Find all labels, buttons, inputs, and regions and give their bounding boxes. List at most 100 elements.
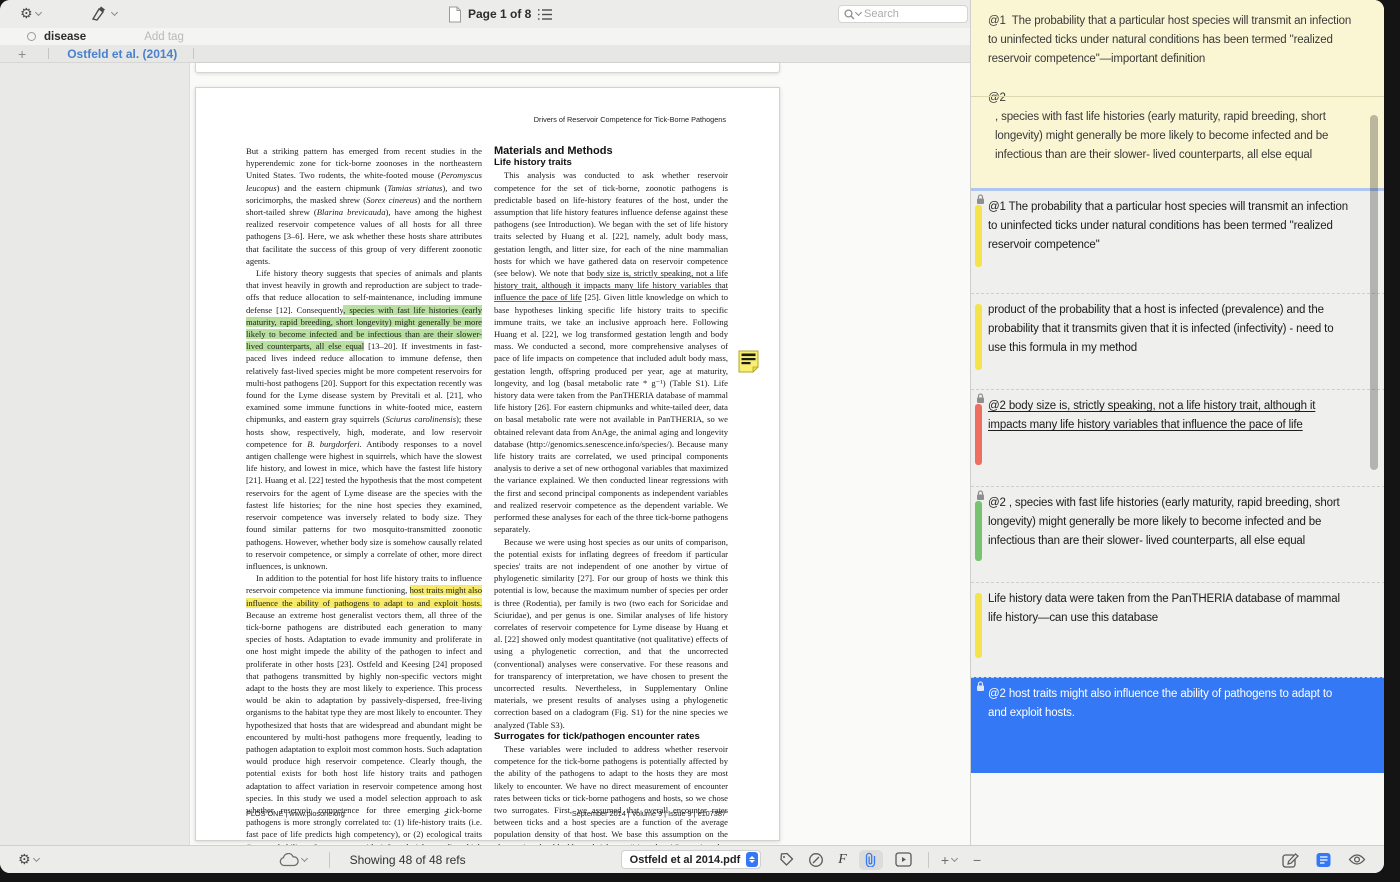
annotations-panel: @1The probability that a particular host… xyxy=(970,0,1384,845)
paragraph: In addition to the potential for host li… xyxy=(246,572,482,865)
note-editor[interactable]: @1The probability that a particular host… xyxy=(971,0,1384,188)
font-icon: F xyxy=(838,852,847,868)
seg-i: Blarina brevicauda xyxy=(317,207,386,217)
page-footer: PLOS ONE | www.plosone.org 2 September 2… xyxy=(246,809,726,818)
tag-bar: disease Add tag xyxy=(0,28,970,45)
preview-button[interactable] xyxy=(1348,853,1366,866)
search-input[interactable] xyxy=(864,8,954,20)
search-field[interactable] xyxy=(838,5,968,23)
highlight-color-bar xyxy=(975,205,982,267)
annotation-item[interactable]: @1 The probability that a particular hos… xyxy=(971,191,1384,293)
highlight-color-bar xyxy=(975,593,982,658)
annotation-text: Life history data were taken from the Pa… xyxy=(971,583,1384,628)
chevron-down-icon xyxy=(33,854,40,861)
plus-icon: + xyxy=(941,852,949,868)
footer-page-number: 2 xyxy=(379,809,512,818)
paragraph: But a striking pattern has emerged from … xyxy=(246,145,482,267)
attachment-button-active[interactable] xyxy=(859,850,883,870)
page-icon xyxy=(448,6,462,23)
note-text: , species with fast life histories (earl… xyxy=(988,108,1355,165)
outline-icon[interactable] xyxy=(537,8,553,21)
tag-color-icon[interactable] xyxy=(27,32,36,41)
annotation-text: @2 body size is, strictly speaking, not … xyxy=(971,390,1384,435)
file-name: Ostfeld et al 2014.pdf xyxy=(630,854,741,866)
compose-button[interactable] xyxy=(1282,852,1299,868)
paragraph: This analysis was conducted to ask wheth… xyxy=(494,169,728,535)
notes-panel-icon xyxy=(1315,852,1332,868)
text-run: This analysis was conducted to ask wheth… xyxy=(494,170,728,278)
chevron-down-icon xyxy=(855,9,862,16)
previous-page-edge xyxy=(195,63,780,73)
seg-i: Sciurus carolinensis xyxy=(386,414,457,424)
tab-separator xyxy=(193,48,194,59)
seg-i: Sorex cinereus xyxy=(366,195,417,205)
font-style-button[interactable]: F xyxy=(838,852,847,868)
annotation-text: product of the probability that a host i… xyxy=(971,294,1384,358)
annotation-item[interactable]: Life history data were taken from the Pa… xyxy=(971,582,1384,677)
up-arrow-icon xyxy=(749,856,755,859)
gear-icon: ⚙ xyxy=(18,853,31,867)
paragraph: Because we were using host species as ou… xyxy=(494,536,728,731)
running-header: Drivers of Reservoir Competence for Tick… xyxy=(534,115,726,124)
play-box-icon xyxy=(895,852,912,867)
text-run: [25]. Given little knowledge on which to… xyxy=(494,292,728,534)
tab-bar: + Ostfeld et al. (2014) xyxy=(0,45,970,63)
chevron-down-icon xyxy=(951,854,958,861)
annotation-text: @2 , species with fast life histories (e… xyxy=(971,487,1384,551)
annotation-item[interactable]: @2 body size is, strictly speaking, not … xyxy=(971,389,1384,486)
note-annotation-icon[interactable] xyxy=(738,350,759,373)
footer-journal: PLOS ONE | www.plosone.org xyxy=(246,809,379,818)
present-button[interactable] xyxy=(895,852,912,867)
add-tag-field[interactable]: Add tag xyxy=(144,31,184,43)
seg-i: B. burgdorferi xyxy=(307,439,359,449)
lock-icon xyxy=(976,393,985,404)
editor-note-2[interactable]: @2, species with fast life histories (ea… xyxy=(971,79,1384,175)
text-run: [13–20]. If investments in fast-paced li… xyxy=(246,341,482,424)
toolbar-separator xyxy=(329,852,330,868)
paragraph: Life history theory suggests that specie… xyxy=(246,267,482,572)
top-toolbar: ⚙ Page 1 of 8 xyxy=(0,0,970,28)
annotation-list: @1 The probability that a particular hos… xyxy=(971,191,1384,773)
file-selector[interactable]: Ostfeld et al 2014.pdf xyxy=(621,850,762,869)
highlight-color-bar xyxy=(975,501,982,561)
chevron-down-icon xyxy=(301,854,308,861)
settings-button[interactable]: ⚙ xyxy=(20,7,41,21)
library-gutter xyxy=(0,63,190,845)
remove-ref-button[interactable]: − xyxy=(973,852,981,868)
annotation-text: @2 host traits might also influence the … xyxy=(971,678,1384,723)
annotation-item[interactable]: product of the probability that a host i… xyxy=(971,293,1384,389)
annotation-item[interactable]: @2 , species with fast life histories (e… xyxy=(971,486,1384,582)
tag-tool-button[interactable] xyxy=(779,852,794,867)
library-settings-button[interactable]: ⚙ xyxy=(18,853,39,867)
sync-button[interactable] xyxy=(279,853,307,867)
highlighter-button[interactable] xyxy=(89,5,117,23)
highlight-mode-button[interactable] xyxy=(808,852,824,868)
paperclip-icon xyxy=(864,852,877,867)
footer-issue: September 2014 | Volume 9 | Issue 9 | e1… xyxy=(513,809,726,818)
pdf-page: Drivers of Reservoir Competence for Tick… xyxy=(195,87,780,841)
notes-panel-toggle-active[interactable] xyxy=(1315,852,1332,868)
annotation-item-selected[interactable]: @2 host traits might also influence the … xyxy=(971,677,1384,773)
editor-note-1[interactable]: @1The probability that a particular host… xyxy=(971,0,1384,79)
annotation-text: @1 The probability that a particular hos… xyxy=(971,191,1384,255)
note-ref: @1 xyxy=(988,15,1006,27)
tab-ostfeld[interactable]: Ostfeld et al. (2014) xyxy=(67,47,177,61)
scrollbar-thumb[interactable] xyxy=(1370,115,1378,470)
new-tab-button[interactable]: + xyxy=(18,46,26,62)
chevron-down-icon xyxy=(35,9,42,16)
file-stepper[interactable] xyxy=(746,852,758,867)
search-icon xyxy=(844,9,855,20)
refs-status: Showing 48 of 48 refs xyxy=(350,853,466,867)
gear-icon: ⚙ xyxy=(20,7,33,21)
page-indicator[interactable]: Page 1 of 8 xyxy=(468,7,531,21)
app-window: ⚙ Page 1 of 8 disease Add tag + Ostfeld … xyxy=(0,0,1384,873)
tag-chip[interactable]: disease xyxy=(44,31,86,43)
add-ref-button[interactable]: + xyxy=(941,852,957,868)
highlight-color-bar xyxy=(975,304,982,370)
pdf-viewer[interactable]: Drivers of Reservoir Competence for Tick… xyxy=(190,63,970,845)
subsection-heading: Life history traits xyxy=(494,157,728,169)
lock-icon xyxy=(976,681,985,692)
pdf-left-column: But a striking pattern has emerged from … xyxy=(246,145,482,865)
tag-icon xyxy=(779,852,794,867)
note-text: The probability that a particular host s… xyxy=(988,15,1351,65)
